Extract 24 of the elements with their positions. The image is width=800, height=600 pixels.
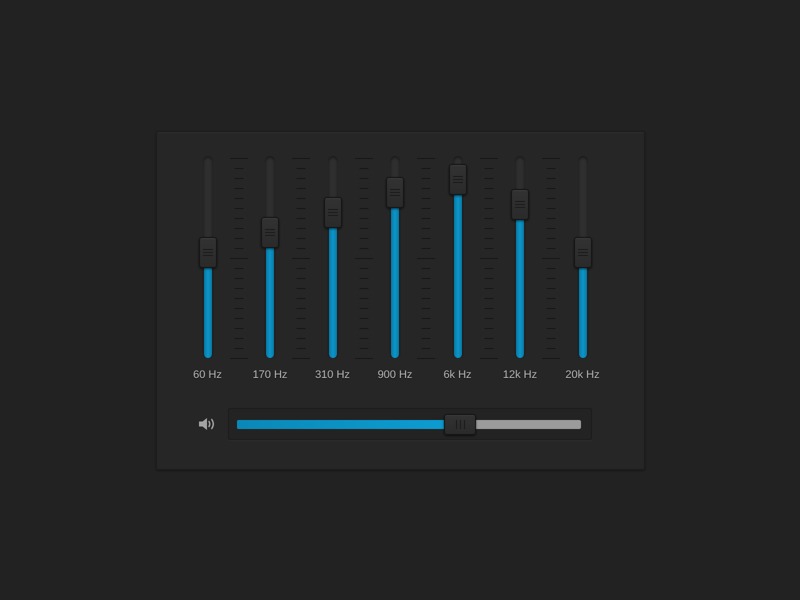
volume-thumb[interactable] [444,414,476,434]
slider-track[interactable] [386,156,404,358]
slider-track[interactable] [448,156,466,358]
frequency-label: 900 Hz [378,368,412,380]
slider-thumb[interactable] [261,217,279,248]
frequency-label: 170 Hz [252,368,288,380]
slider-track[interactable] [511,156,529,358]
slider-thumb[interactable] [448,164,466,196]
slider-thumb[interactable] [324,196,342,228]
frequency-label: 60 Hz [193,368,222,380]
slider-thumb[interactable] [198,237,216,268]
volume-track[interactable] [236,414,580,434]
frequency-label: 310 Hz [315,368,350,380]
frequency-label: 12k Hz [502,368,538,380]
speaker-icon[interactable] [198,416,216,430]
slider-thumb[interactable] [511,188,529,220]
frequency-label: 20k Hz [565,368,600,380]
slider-thumb[interactable] [386,176,404,208]
slider-track[interactable] [198,156,216,358]
slider-track[interactable] [261,156,279,358]
slider-track[interactable] [574,156,592,358]
slider-thumb[interactable] [574,237,592,268]
slider-track[interactable] [324,156,342,358]
frequency-label: 6k Hz [443,368,472,380]
